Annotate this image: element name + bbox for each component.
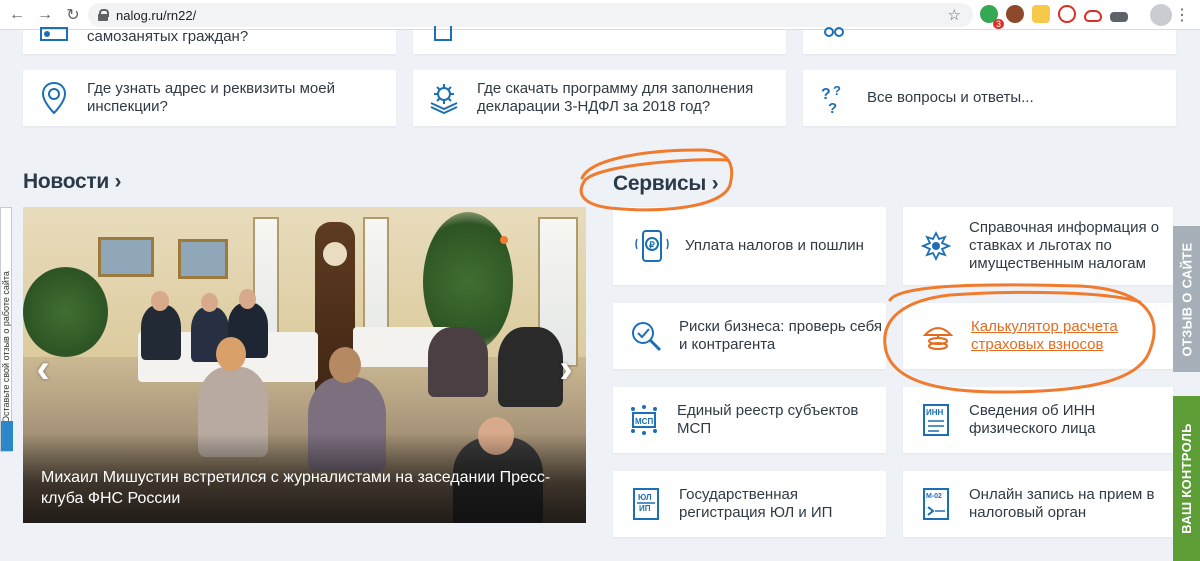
extension-shield-icon[interactable]: 3 [980, 5, 1004, 29]
extension-1c-icon[interactable] [1032, 5, 1050, 23]
service-card-text: Единый реестр субъектов МСП [677, 402, 859, 437]
service-card-text: Сведения об ИНН физического лица [969, 402, 1096, 437]
settings-icon [430, 84, 458, 115]
faq-card-download-program[interactable]: Где скачать программу для заполнения дек… [413, 70, 786, 126]
question-marks-icon: ? ? ? [821, 83, 841, 115]
left-feedback-label: Оставьте свой отзыв о работе сайта [1, 271, 11, 423]
svg-text:М-02: М-02 [926, 493, 942, 500]
control-tab-label: ВАШ КОНТРОЛЬ [1179, 423, 1195, 534]
slider-next-icon[interactable]: › [554, 349, 578, 389]
address-bar[interactable]: nalog.ru/rn22/ ☆ [88, 3, 973, 27]
m02-calendar-icon: М-02 [923, 488, 949, 520]
extension-cast-icon[interactable] [1110, 12, 1128, 22]
news-slider[interactable]: ‹ › Михаил Мишустин встретился с журнали… [23, 207, 586, 523]
service-card-state-registration[interactable]: ЮЛ ИП Государственная регистрация ЮЛ и И… [613, 471, 886, 537]
bookmark-star-icon[interactable]: ☆ [948, 6, 961, 24]
services-title-text[interactable]: Сервисы [613, 172, 706, 195]
faq-card-text: самозанятых граждан? [87, 28, 249, 45]
profile-avatar[interactable] [1150, 4, 1172, 26]
faq-card-all-questions[interactable]: ? ? ? Все вопросы и ответы... [803, 70, 1176, 126]
people-icon [824, 27, 844, 37]
service-card-property-tax-info[interactable]: Справочная информация о ставках и льгота… [903, 207, 1173, 285]
extension-target-icon[interactable] [1058, 5, 1076, 23]
service-card-text: Уплата налогов и пошлин [685, 237, 864, 254]
insurance-calculator-link[interactable]: Калькулятор расчета страховых взносов [971, 318, 1173, 354]
news-caption[interactable]: Михаил Мишустин встретился с журналистам… [41, 467, 581, 509]
extension-avatar-icon[interactable] [1006, 5, 1024, 23]
chevron-right-icon: › [114, 170, 122, 193]
msp-registry-icon: МСП [631, 405, 657, 435]
service-card-text: Справочная информация о ставках и льгота… [969, 219, 1160, 272]
emblem-icon [920, 230, 952, 262]
service-card-business-risks[interactable]: Риски бизнеса: проверь себя и контрагент… [613, 303, 886, 369]
service-card-online-appointment[interactable]: М-02 Онлайн запись на прием в налоговый … [903, 471, 1173, 537]
feedback-tab-label: ОТЗЫВ О САЙТЕ [1179, 242, 1194, 356]
svg-text:₽: ₽ [649, 240, 655, 250]
service-card-tax-payment[interactable]: ₽ Уплата налогов и пошлин [613, 207, 886, 285]
magnifier-check-icon [632, 322, 662, 352]
svg-text:ИП: ИП [639, 504, 651, 513]
self-employed-icon [40, 27, 68, 41]
faq-card-text: Где скачать программу для заполнения дек… [477, 80, 754, 115]
service-card-text: Риски бизнеса: проверь себя и контрагент… [679, 318, 882, 353]
control-side-tab[interactable]: ВАШ КОНТРОЛЬ [1173, 396, 1200, 561]
lock-icon [98, 9, 109, 21]
umbrella-coins-icon [922, 327, 954, 350]
chevron-right-icon: › [711, 172, 719, 195]
extensions-bar: 3 [980, 5, 1128, 29]
svg-text:?: ? [828, 100, 837, 115]
left-feedback-widget[interactable]: Оставьте свой отзыв о работе сайта [0, 207, 13, 452]
inn-document-icon: ИНН [923, 404, 949, 436]
back-icon[interactable]: ← [6, 4, 28, 26]
feedback-side-tab[interactable]: ОТЗЫВ О САЙТЕ [1173, 226, 1200, 372]
browser-toolbar: ← → ↻ nalog.ru/rn22/ ☆ 3 ⋮ [0, 0, 1200, 30]
forward-icon[interactable]: → [34, 4, 56, 26]
faq-card-text: Все вопросы и ответы... [867, 89, 1034, 106]
faq-card-inspection-address[interactable]: Где узнать адрес и реквизиты моей инспек… [23, 70, 396, 126]
svg-text:МСП: МСП [635, 417, 653, 426]
svg-text:ИНН: ИНН [926, 408, 944, 417]
document-icon [434, 26, 452, 41]
menu-dots-icon[interactable]: ⋮ [1174, 5, 1190, 25]
slider-prev-icon[interactable]: ‹ [31, 349, 55, 389]
service-card-text: Государственная регистрация ЮЛ и ИП [679, 486, 833, 521]
reload-icon[interactable]: ↻ [62, 4, 84, 26]
extension-cloud-icon[interactable] [1084, 10, 1102, 22]
service-card-insurance-calculator[interactable]: Калькулятор расчета страховых взносов [903, 303, 1173, 369]
ul-ip-document-icon: ЮЛ ИП [633, 488, 659, 520]
faq-card-text: Где узнать адрес и реквизиты моей инспек… [87, 80, 335, 115]
svg-text:ЮЛ: ЮЛ [638, 493, 652, 502]
news-title-text[interactable]: Новости [23, 170, 109, 193]
location-pin-icon [41, 81, 67, 115]
left-feedback-badge [1, 421, 13, 451]
svg-text:?: ? [833, 83, 841, 98]
faq-card-self-employed[interactable]: самозанятых граждан? [23, 27, 396, 54]
extension-badge: 3 [992, 19, 1004, 29]
faq-card-partial-3[interactable] [803, 27, 1176, 54]
url-text[interactable]: nalog.ru/rn22/ [116, 8, 196, 23]
faq-card-partial-2[interactable] [413, 26, 786, 54]
news-section-title[interactable]: Новости › [23, 170, 121, 194]
services-section-title[interactable]: Сервисы › [613, 172, 719, 196]
service-card-msp-registry[interactable]: МСП Единый реестр субъектов МСП [613, 387, 886, 453]
slider-indicator-dot[interactable] [500, 236, 508, 244]
service-card-text: Онлайн запись на прием в налоговый орган [969, 486, 1155, 521]
service-card-inn-info[interactable]: ИНН Сведения об ИНН физического лица [903, 387, 1173, 453]
phone-ruble-icon: ₽ [635, 230, 669, 262]
